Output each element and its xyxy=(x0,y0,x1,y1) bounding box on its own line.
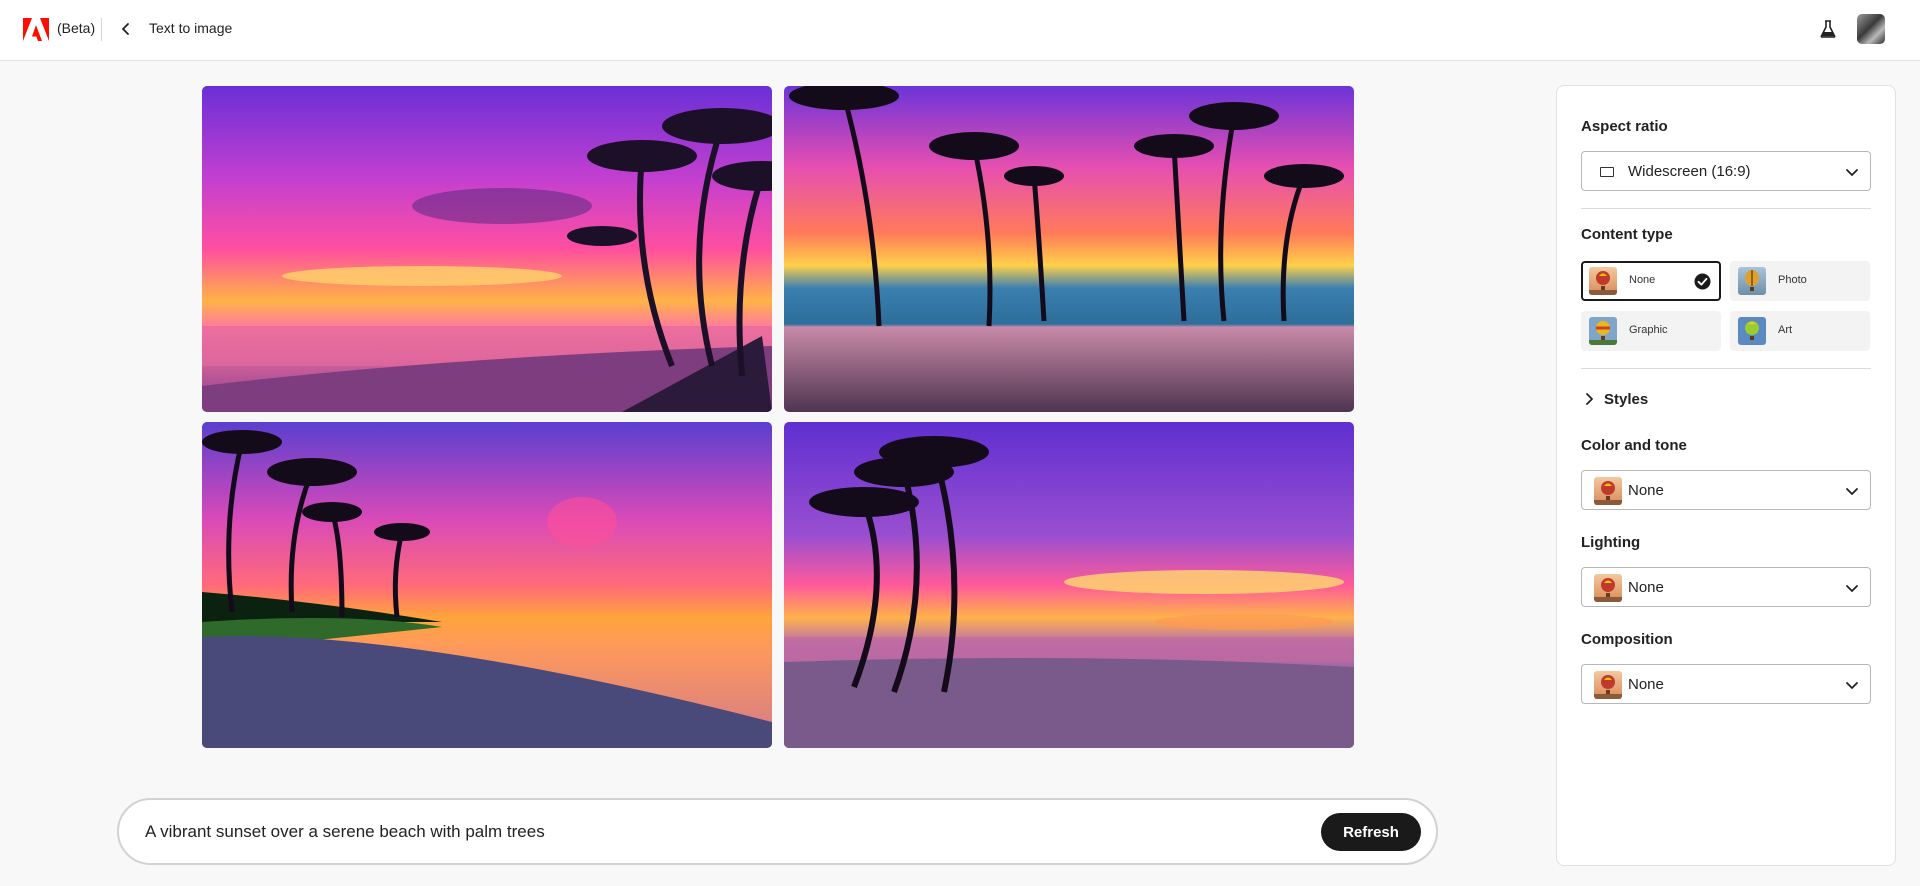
prompt-input[interactable] xyxy=(145,818,1225,846)
balloon-thumbnail xyxy=(1594,671,1622,699)
panel-divider xyxy=(1581,368,1871,369)
lighting-value: None xyxy=(1628,579,1664,596)
balloon-thumbnail xyxy=(1738,267,1766,295)
chevron-down-icon xyxy=(1846,682,1858,689)
balloon-thumbnail xyxy=(1738,317,1766,345)
chevron-right-icon xyxy=(1586,393,1593,405)
lighting-label: Lighting xyxy=(1581,534,1641,551)
aspect-ratio-value: Widescreen (16:9) xyxy=(1628,163,1751,180)
aspect-ratio-label: Aspect ratio xyxy=(1581,118,1668,135)
content-type-none-label: None xyxy=(1629,274,1656,286)
generated-image-4[interactable] xyxy=(784,422,1354,748)
aspect-ratio-dropdown[interactable]: Widescreen (16:9) xyxy=(1581,151,1871,191)
adobe-logo[interactable] xyxy=(23,18,49,41)
balloon-thumbnail xyxy=(1589,317,1617,345)
content-type-photo-label: Photo xyxy=(1778,274,1807,286)
content-type-none[interactable]: None xyxy=(1581,261,1721,301)
widescreen-icon xyxy=(1600,167,1614,177)
composition-dropdown[interactable]: None xyxy=(1581,664,1871,704)
refresh-button[interactable]: Refresh xyxy=(1321,813,1421,851)
chevron-left-icon xyxy=(122,23,129,35)
generated-image-2[interactable] xyxy=(784,86,1354,412)
flask-icon xyxy=(1820,20,1836,38)
settings-panel: Aspect ratio Widescreen (16:9) Content t… xyxy=(1556,85,1896,866)
composition-value: None xyxy=(1628,676,1664,693)
generated-image-3[interactable] xyxy=(202,422,772,748)
user-avatar[interactable] xyxy=(1857,14,1885,44)
content-type-art[interactable]: Art xyxy=(1730,311,1870,351)
content-type-label: Content type xyxy=(1581,226,1673,243)
color-and-tone-label: Color and tone xyxy=(1581,437,1687,454)
chevron-down-icon xyxy=(1846,488,1858,495)
content-type-graphic-label: Graphic xyxy=(1629,324,1668,336)
content-type-graphic[interactable]: Graphic xyxy=(1581,311,1721,351)
panel-divider xyxy=(1581,208,1871,209)
header-divider xyxy=(101,18,102,41)
prompt-bar: Refresh xyxy=(117,798,1438,865)
top-header: (Beta) Text to image xyxy=(0,0,1920,61)
balloon-thumbnail xyxy=(1589,267,1617,295)
checkmark-circle-icon xyxy=(1694,273,1711,290)
balloon-thumbnail xyxy=(1594,574,1622,602)
styles-expander[interactable]: Styles xyxy=(1581,386,1871,414)
content-type-photo[interactable]: Photo xyxy=(1730,261,1870,301)
lighting-dropdown[interactable]: None xyxy=(1581,567,1871,607)
balloon-thumbnail xyxy=(1594,477,1622,505)
back-button[interactable] xyxy=(114,16,138,42)
chevron-down-icon xyxy=(1846,169,1858,176)
color-and-tone-value: None xyxy=(1628,482,1664,499)
chevron-down-icon xyxy=(1846,585,1858,592)
content-type-art-label: Art xyxy=(1778,324,1793,336)
beta-label: (Beta) xyxy=(57,20,96,36)
styles-label: Styles xyxy=(1604,391,1649,408)
color-and-tone-dropdown[interactable]: None xyxy=(1581,470,1871,510)
page-title: Text to image xyxy=(149,20,233,36)
composition-label: Composition xyxy=(1581,631,1673,648)
labs-button[interactable] xyxy=(1816,17,1840,41)
generated-image-1[interactable] xyxy=(202,86,772,412)
